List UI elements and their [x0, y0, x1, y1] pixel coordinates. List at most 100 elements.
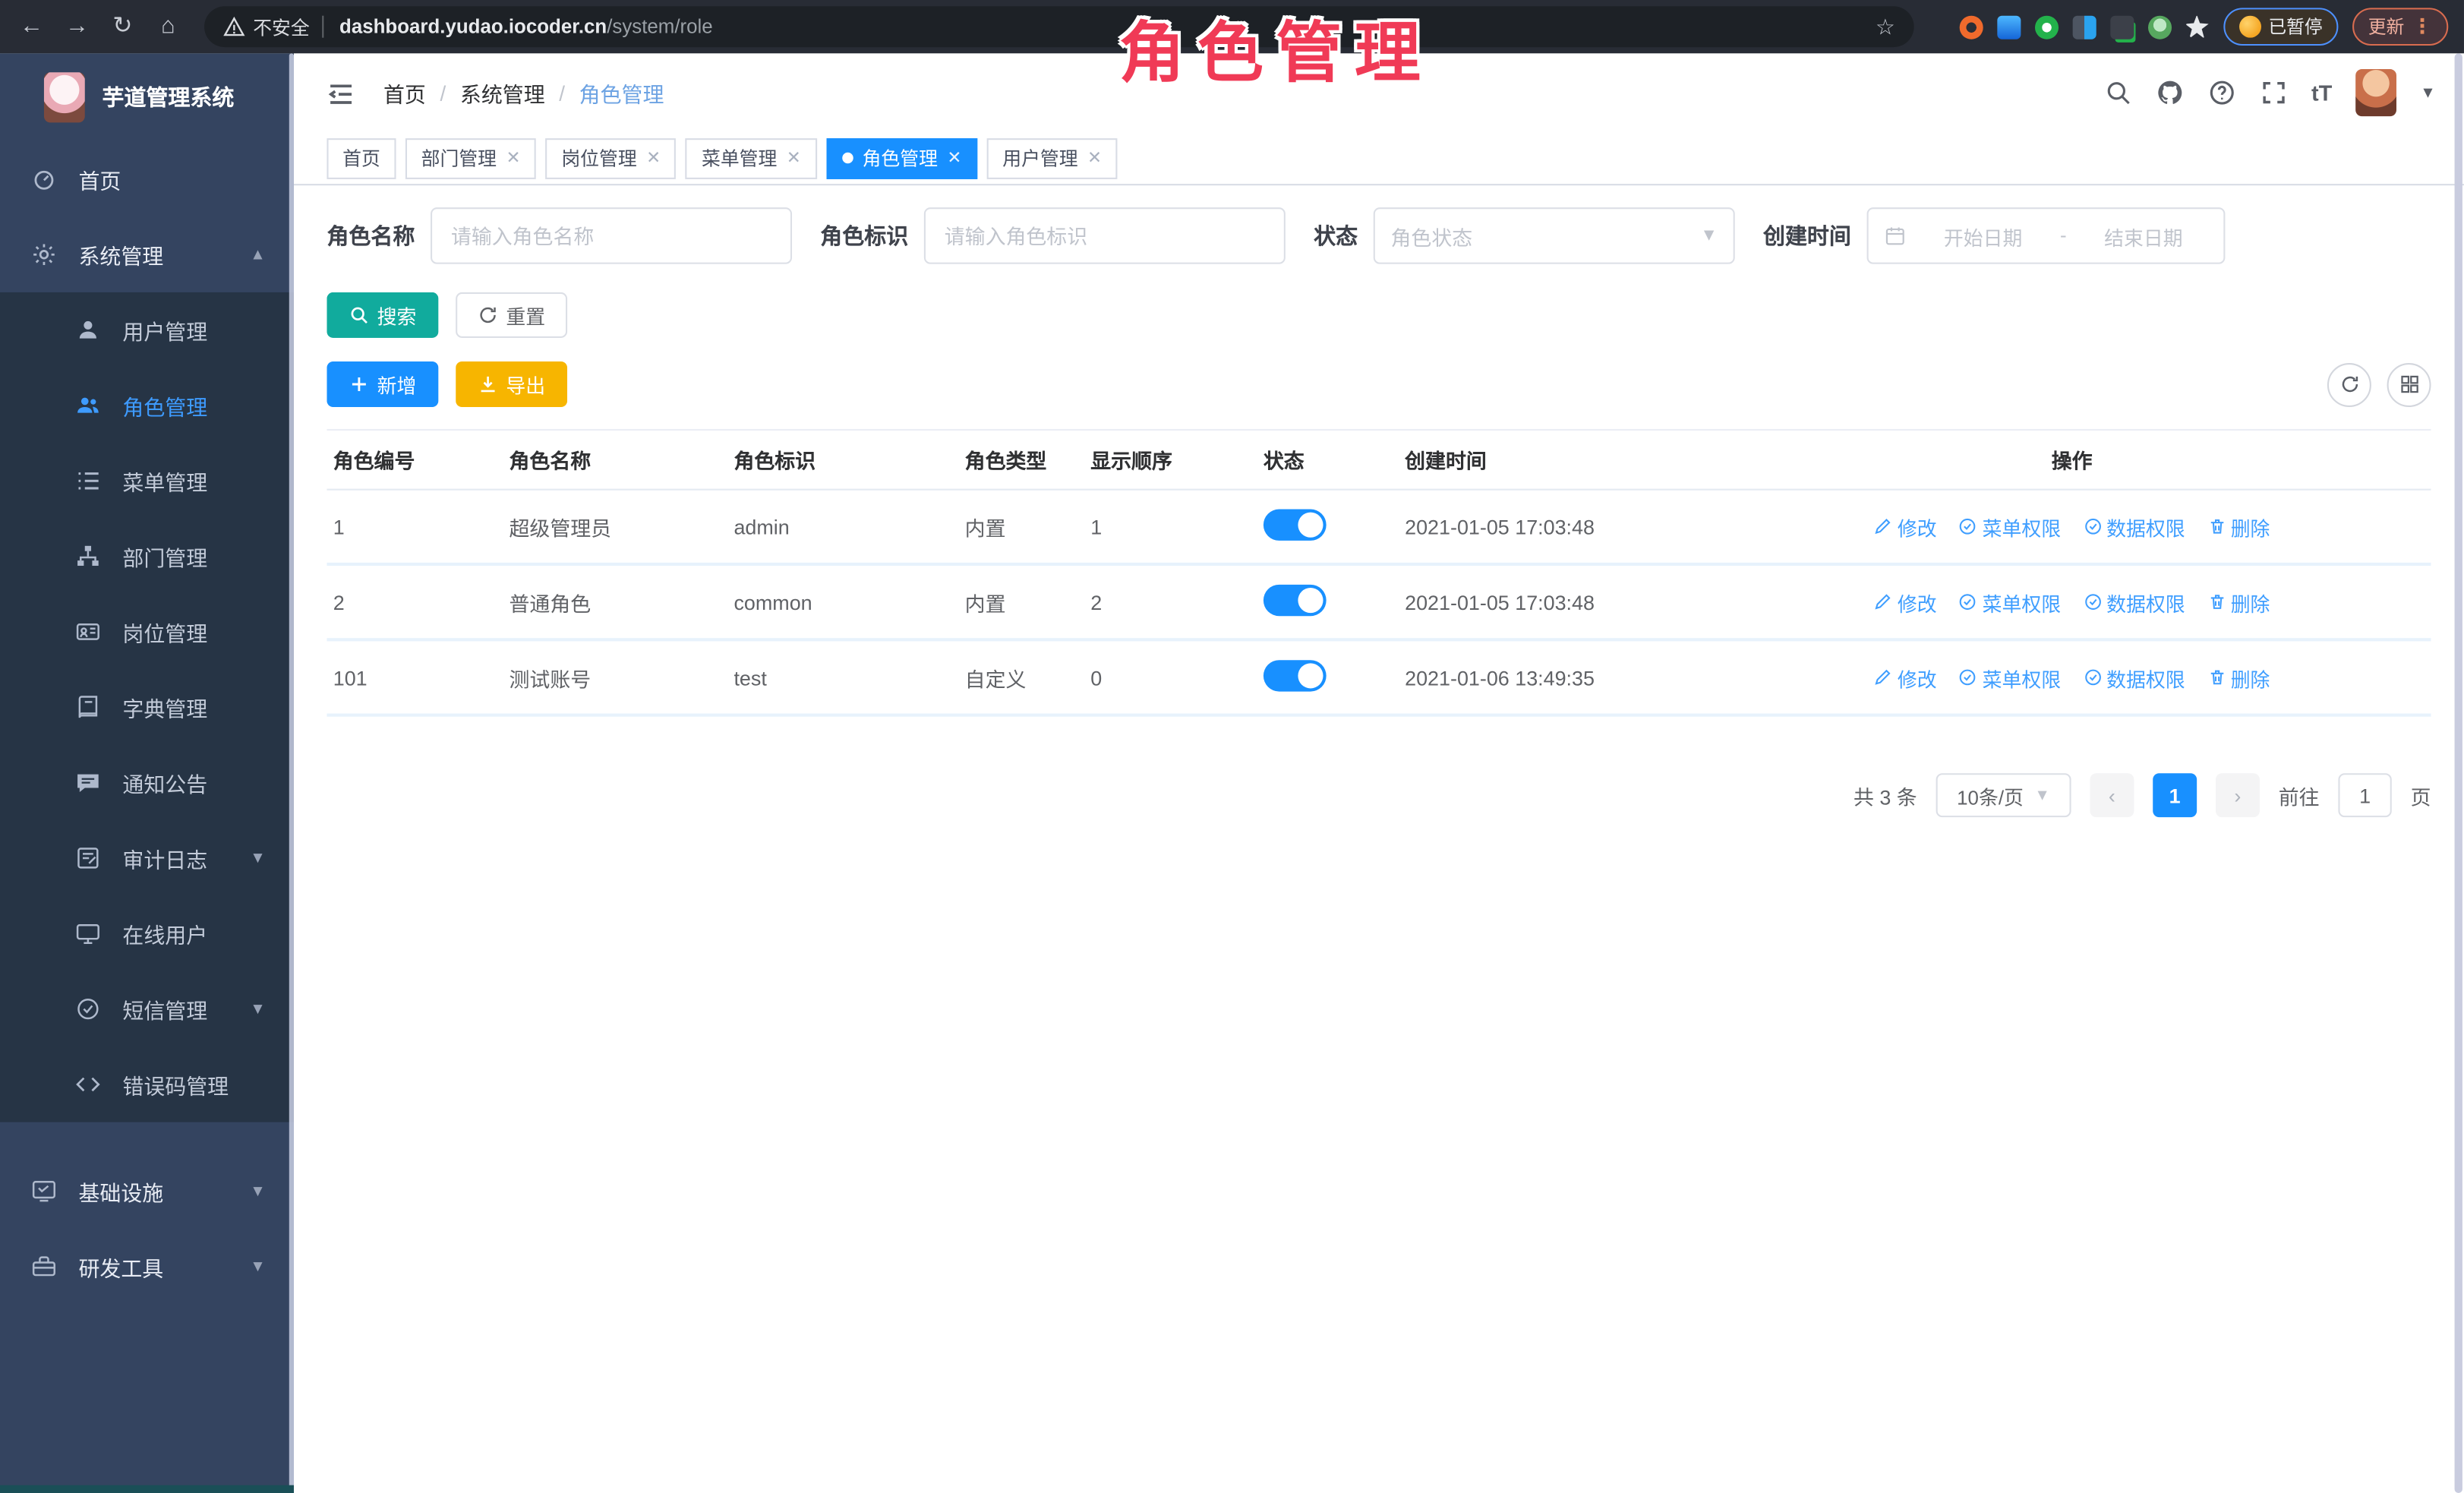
next-page-button[interactable]: › [2216, 773, 2260, 817]
sidebar-item-posts[interactable]: 岗位管理 [0, 594, 294, 669]
page-scrollbar[interactable] [2455, 53, 2462, 1493]
forward-icon[interactable]: → [63, 13, 91, 41]
sidebar-item-users[interactable]: 用户管理 [0, 292, 294, 368]
page-size-select[interactable]: 10条/页 ▼ [1936, 773, 2071, 817]
data-permission-action[interactable]: 数据权限 [2083, 512, 2185, 541]
close-icon[interactable]: ✕ [1087, 148, 1102, 169]
edit-action[interactable]: 修改 [1874, 587, 1937, 617]
col-header-type: 角色类型 [958, 445, 1084, 475]
menu-permission-action[interactable]: 菜单权限 [1959, 662, 2062, 692]
avatar-caret-icon[interactable]: ▼ [2420, 84, 2436, 102]
breadcrumb-system[interactable]: 系统管理 [460, 77, 545, 108]
sidebar-item-dicts[interactable]: 字典管理 [0, 670, 294, 745]
font-size-icon[interactable]: tT [2311, 78, 2332, 106]
back-icon[interactable]: ← [17, 13, 46, 41]
delete-action[interactable]: 删除 [2207, 587, 2270, 617]
role-key-input[interactable] [924, 207, 1286, 264]
chevron-down-icon: ▼ [1700, 226, 1718, 245]
reset-button[interactable]: 重置 [456, 292, 567, 338]
sidebar-item-audit-logs[interactable]: 审计日志 ▼ [0, 820, 294, 895]
data-permission-action[interactable]: 数据权限 [2083, 662, 2185, 692]
col-header-id: 角色编号 [327, 445, 503, 475]
sidebar-item-system[interactable]: 系统管理 ▲ [0, 217, 294, 292]
tab-users[interactable]: 用户管理✕ [987, 137, 1118, 178]
status-select[interactable]: 角色状态 ▼ [1374, 207, 1735, 264]
close-icon[interactable]: ✕ [506, 148, 520, 169]
extension-icon-1[interactable] [1959, 15, 1983, 39]
sidebar-item-sms[interactable]: 短信管理 ▼ [0, 971, 294, 1046]
data-permission-action[interactable]: 数据权限 [2083, 587, 2185, 617]
github-icon[interactable] [2156, 78, 2184, 106]
user-avatar[interactable] [2355, 69, 2396, 116]
extension-icon-7[interactable] [2185, 15, 2209, 39]
start-date-placeholder[interactable]: 开始日期 [1919, 221, 2048, 251]
prev-page-button[interactable]: ‹ [2090, 773, 2134, 817]
sidebar-item-infrastructure[interactable]: 基础设施 ▼ [0, 1154, 294, 1229]
edit-action[interactable]: 修改 [1874, 662, 1937, 692]
chevron-down-icon: ▼ [250, 1258, 266, 1276]
page-size-value: 10条/页 [1957, 781, 2024, 810]
close-icon[interactable]: ✕ [646, 148, 661, 169]
bookmark-star-icon[interactable]: ☆ [1876, 14, 1895, 40]
refresh-table-button[interactable] [2327, 362, 2371, 406]
status-toggle[interactable] [1264, 508, 1327, 539]
close-icon[interactable]: ✕ [787, 148, 801, 169]
sidebar-item-online-users[interactable]: 在线用户 [0, 896, 294, 971]
menu-permission-action[interactable]: 菜单权限 [1959, 587, 2062, 617]
extension-icon-3[interactable] [2034, 15, 2058, 39]
security-label[interactable]: 不安全 [253, 14, 310, 40]
breadcrumb-home[interactable]: 首页 [383, 77, 426, 108]
reload-icon[interactable]: ↻ [109, 13, 137, 41]
address-bar[interactable]: 不安全 dashboard.yudao.iocoder.cn/system/ro… [204, 6, 1914, 47]
sidebar-item-menus[interactable]: 菜单管理 [0, 443, 294, 519]
sidebar-item-error-codes[interactable]: 错误码管理 [0, 1046, 294, 1122]
url-text[interactable]: dashboard.yudao.iocoder.cn/system/role [339, 16, 713, 38]
export-button[interactable]: 导出 [456, 361, 567, 407]
download-icon [478, 374, 498, 395]
extension-icon-5[interactable] [2109, 15, 2133, 39]
search-icon[interactable] [2104, 78, 2132, 106]
tab-roles[interactable]: 角色管理✕ [826, 137, 977, 178]
sidebar-item-notices[interactable]: 通知公告 [0, 745, 294, 820]
sidebar-item-departments[interactable]: 部门管理 [0, 519, 294, 594]
search-button[interactable]: 搜索 [327, 292, 438, 338]
sidebar-item-home[interactable]: 首页 [0, 141, 294, 216]
page-content: 角色名称 角色标识 状态 角色状态 ▼ 创建时间 开始日期 [294, 185, 2464, 1493]
tab-home[interactable]: 首页 [327, 137, 396, 178]
tab-menus[interactable]: 菜单管理✕ [686, 137, 816, 178]
extension-icon-4[interactable] [2072, 15, 2096, 39]
menu-permission-action[interactable]: 菜单权限 [1959, 512, 2062, 541]
tab-posts[interactable]: 岗位管理✕ [546, 137, 677, 178]
page-number-current[interactable]: 1 [2153, 773, 2197, 817]
profile-paused-chip[interactable]: 已暂停 [2223, 8, 2338, 46]
extension-icon-2[interactable] [1996, 15, 2020, 39]
message-icon [75, 770, 100, 795]
chrome-update-button[interactable]: 更新 ⋮ [2352, 8, 2448, 46]
goto-page-input[interactable] [2338, 773, 2391, 817]
delete-action[interactable]: 删除 [2207, 662, 2270, 692]
status-toggle[interactable] [1264, 659, 1327, 690]
status-toggle[interactable] [1264, 584, 1327, 615]
tab-departments[interactable]: 部门管理✕ [405, 137, 536, 178]
col-header-status: 状态 [1257, 445, 1399, 475]
sidebar-item-roles[interactable]: 角色管理 [0, 368, 294, 443]
help-icon[interactable] [2207, 78, 2235, 106]
extension-icon-6[interactable] [2147, 15, 2171, 39]
close-icon[interactable]: ✕ [947, 148, 961, 169]
sidebar-item-dev-tools[interactable]: 研发工具 ▼ [0, 1229, 294, 1304]
browser-menu-icon[interactable]: ⋮ [2412, 14, 2433, 39]
circle-check-icon [2083, 592, 2102, 611]
date-range-picker[interactable]: 开始日期 - 结束日期 [1867, 207, 2226, 264]
app-logo[interactable]: 芋道管理系统 [0, 53, 294, 141]
fullscreen-icon[interactable] [2260, 78, 2288, 106]
column-settings-button[interactable] [2387, 362, 2431, 406]
circle-check-icon [1959, 517, 1978, 536]
collapse-sidebar-icon[interactable] [327, 80, 355, 106]
end-date-placeholder[interactable]: 结束日期 [2079, 221, 2208, 251]
home-icon[interactable]: ⌂ [154, 13, 182, 41]
delete-action[interactable]: 删除 [2207, 512, 2270, 541]
add-button[interactable]: 新增 [327, 361, 438, 407]
role-key-label: 角色标识 [820, 220, 908, 251]
edit-action[interactable]: 修改 [1874, 512, 1937, 541]
role-name-input[interactable] [431, 207, 792, 264]
